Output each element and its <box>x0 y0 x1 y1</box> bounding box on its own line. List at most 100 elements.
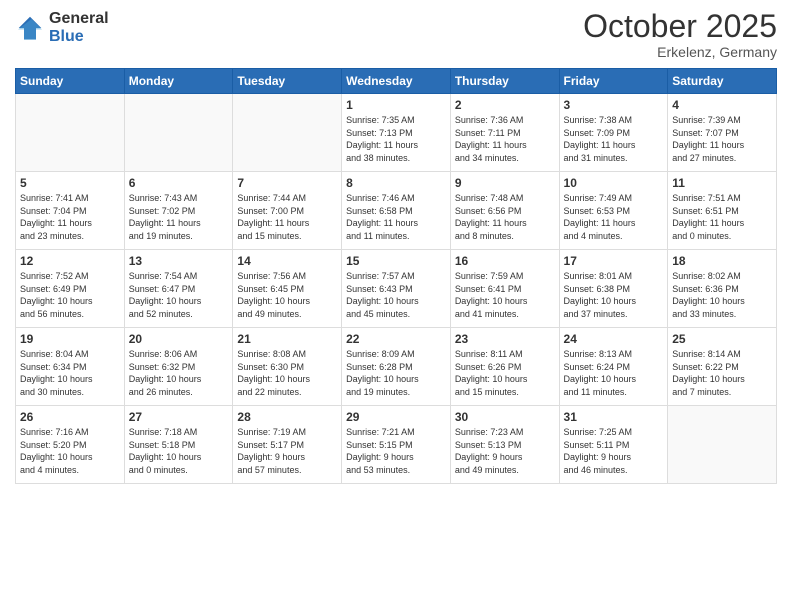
day-number: 30 <box>455 410 555 424</box>
day-header-wednesday: Wednesday <box>342 69 451 94</box>
calendar-cell: 14Sunrise: 7:56 AM Sunset: 6:45 PM Dayli… <box>233 250 342 328</box>
day-number: 10 <box>564 176 664 190</box>
day-header-tuesday: Tuesday <box>233 69 342 94</box>
calendar-cell <box>16 94 125 172</box>
day-info: Sunrise: 8:01 AM Sunset: 6:38 PM Dayligh… <box>564 270 664 320</box>
calendar-week-5: 26Sunrise: 7:16 AM Sunset: 5:20 PM Dayli… <box>16 406 777 484</box>
calendar-cell: 11 Sunrise: 7:51 AM Sunset: 6:51 PM Dayli… <box>668 172 777 250</box>
day-number: 8 <box>346 176 446 190</box>
day-number: 4 <box>672 98 772 112</box>
day-number: 29 <box>346 410 446 424</box>
month-title: October 2025 <box>583 10 777 42</box>
day-number: 14 <box>237 254 337 268</box>
calendar-cell <box>124 94 233 172</box>
day-number: 19 <box>20 332 120 346</box>
calendar-cell: 29 Sunrise: 7:21 AM Sunset: 5:15 PM Dayli… <box>342 406 451 484</box>
day-header-monday: Monday <box>124 69 233 94</box>
day-number: 5 <box>20 176 120 190</box>
calendar-cell: 26Sunrise: 7:16 AM Sunset: 5:20 PM Dayli… <box>16 406 125 484</box>
day-number: 16 <box>455 254 555 268</box>
day-info: Sunrise: 7:44 AM Sunset: 7:00 PM Dayligh… <box>237 192 337 242</box>
calendar-cell: 17Sunrise: 8:01 AM Sunset: 6:38 PM Dayli… <box>559 250 668 328</box>
day-info: Sunrise: 7:38 AM Sunset: 7:09 PM Dayligh… <box>564 114 664 164</box>
title-block: October 2025 Erkelenz, Germany <box>583 10 777 60</box>
logo-icon <box>15 13 45 43</box>
day-info: Sunrise: 7:18 AM Sunset: 5:18 PM Dayligh… <box>129 426 229 476</box>
calendar-cell: 12 Sunrise: 7:52 AM Sunset: 6:49 PM Dayli… <box>16 250 125 328</box>
calendar-week-4: 19 Sunrise: 8:04 AM Sunset: 6:34 PM Dayli… <box>16 328 777 406</box>
day-info: Sunrise: 7:35 AM Sunset: 7:13 PM Dayligh… <box>346 114 446 164</box>
calendar-cell: 25 Sunrise: 8:14 AM Sunset: 6:22 PM Dayli… <box>668 328 777 406</box>
calendar-cell: 27 Sunrise: 7:18 AM Sunset: 5:18 PM Dayli… <box>124 406 233 484</box>
calendar-cell: 18Sunrise: 8:02 AM Sunset: 6:36 PM Dayli… <box>668 250 777 328</box>
day-number: 1 <box>346 98 446 112</box>
calendar-cell: 19 Sunrise: 8:04 AM Sunset: 6:34 PM Dayli… <box>16 328 125 406</box>
day-info: Sunrise: 7:59 AM Sunset: 6:41 PM Dayligh… <box>455 270 555 320</box>
calendar-cell: 30 Sunrise: 7:23 AM Sunset: 5:13 PM Dayli… <box>450 406 559 484</box>
day-info: Sunrise: 8:08 AM Sunset: 6:30 PM Dayligh… <box>237 348 337 398</box>
day-info: Sunrise: 7:51 AM Sunset: 6:51 PM Dayligh… <box>672 192 772 242</box>
calendar-cell: 10Sunrise: 7:49 AM Sunset: 6:53 PM Dayli… <box>559 172 668 250</box>
day-info: Sunrise: 7:23 AM Sunset: 5:13 PM Dayligh… <box>455 426 555 476</box>
calendar-week-2: 5 Sunrise: 7:41 AM Sunset: 7:04 PM Daylig… <box>16 172 777 250</box>
day-info: Sunrise: 7:21 AM Sunset: 5:15 PM Dayligh… <box>346 426 446 476</box>
day-number: 3 <box>564 98 664 112</box>
day-info: Sunrise: 8:04 AM Sunset: 6:34 PM Dayligh… <box>20 348 120 398</box>
calendar-cell <box>668 406 777 484</box>
day-info: Sunrise: 7:19 AM Sunset: 5:17 PM Dayligh… <box>237 426 337 476</box>
day-info: Sunrise: 8:11 AM Sunset: 6:26 PM Dayligh… <box>455 348 555 398</box>
calendar-cell: 7 Sunrise: 7:44 AM Sunset: 7:00 PM Daylig… <box>233 172 342 250</box>
calendar-header-row: SundayMondayTuesdayWednesdayThursdayFrid… <box>16 69 777 94</box>
calendar-cell: 9Sunrise: 7:48 AM Sunset: 6:56 PM Daylig… <box>450 172 559 250</box>
day-info: Sunrise: 7:25 AM Sunset: 5:11 PM Dayligh… <box>564 426 664 476</box>
day-number: 22 <box>346 332 446 346</box>
day-info: Sunrise: 7:46 AM Sunset: 6:58 PM Dayligh… <box>346 192 446 242</box>
calendar-cell: 28 Sunrise: 7:19 AM Sunset: 5:17 PM Dayli… <box>233 406 342 484</box>
day-info: Sunrise: 7:52 AM Sunset: 6:49 PM Dayligh… <box>20 270 120 320</box>
calendar-week-1: 1 Sunrise: 7:35 AM Sunset: 7:13 PM Daylig… <box>16 94 777 172</box>
day-info: Sunrise: 7:43 AM Sunset: 7:02 PM Dayligh… <box>129 192 229 242</box>
day-number: 20 <box>129 332 229 346</box>
calendar-cell: 4Sunrise: 7:39 AM Sunset: 7:07 PM Daylig… <box>668 94 777 172</box>
calendar-cell: 8 Sunrise: 7:46 AM Sunset: 6:58 PM Daylig… <box>342 172 451 250</box>
day-info: Sunrise: 8:06 AM Sunset: 6:32 PM Dayligh… <box>129 348 229 398</box>
day-number: 12 <box>20 254 120 268</box>
day-number: 11 <box>672 176 772 190</box>
day-number: 21 <box>237 332 337 346</box>
header: General Blue October 2025 Erkelenz, Germ… <box>15 10 777 60</box>
logo: General Blue <box>15 10 109 45</box>
day-number: 13 <box>129 254 229 268</box>
day-number: 28 <box>237 410 337 424</box>
day-number: 27 <box>129 410 229 424</box>
day-header-thursday: Thursday <box>450 69 559 94</box>
page: General Blue October 2025 Erkelenz, Germ… <box>0 0 792 612</box>
day-number: 7 <box>237 176 337 190</box>
calendar-cell: 22 Sunrise: 8:09 AM Sunset: 6:28 PM Dayli… <box>342 328 451 406</box>
calendar-cell: 1 Sunrise: 7:35 AM Sunset: 7:13 PM Daylig… <box>342 94 451 172</box>
day-info: Sunrise: 8:09 AM Sunset: 6:28 PM Dayligh… <box>346 348 446 398</box>
day-info: Sunrise: 7:48 AM Sunset: 6:56 PM Dayligh… <box>455 192 555 242</box>
day-info: Sunrise: 8:14 AM Sunset: 6:22 PM Dayligh… <box>672 348 772 398</box>
logo-blue: Blue <box>49 28 109 46</box>
calendar-week-3: 12 Sunrise: 7:52 AM Sunset: 6:49 PM Dayli… <box>16 250 777 328</box>
calendar-cell: 6Sunrise: 7:43 AM Sunset: 7:02 PM Daylig… <box>124 172 233 250</box>
day-info: Sunrise: 7:41 AM Sunset: 7:04 PM Dayligh… <box>20 192 120 242</box>
day-number: 15 <box>346 254 446 268</box>
calendar: SundayMondayTuesdayWednesdayThursdayFrid… <box>15 68 777 484</box>
calendar-cell: 16 Sunrise: 7:59 AM Sunset: 6:41 PM Dayli… <box>450 250 559 328</box>
day-info: Sunrise: 7:57 AM Sunset: 6:43 PM Dayligh… <box>346 270 446 320</box>
day-number: 25 <box>672 332 772 346</box>
calendar-cell: 23Sunrise: 8:11 AM Sunset: 6:26 PM Dayli… <box>450 328 559 406</box>
calendar-cell: 24Sunrise: 8:13 AM Sunset: 6:24 PM Dayli… <box>559 328 668 406</box>
calendar-cell: 3 Sunrise: 7:38 AM Sunset: 7:09 PM Daylig… <box>559 94 668 172</box>
day-number: 26 <box>20 410 120 424</box>
day-number: 24 <box>564 332 664 346</box>
calendar-cell: 20 Sunrise: 8:06 AM Sunset: 6:32 PM Dayli… <box>124 328 233 406</box>
day-header-friday: Friday <box>559 69 668 94</box>
day-number: 18 <box>672 254 772 268</box>
calendar-cell: 31Sunrise: 7:25 AM Sunset: 5:11 PM Dayli… <box>559 406 668 484</box>
day-number: 2 <box>455 98 555 112</box>
calendar-cell: 2Sunrise: 7:36 AM Sunset: 7:11 PM Daylig… <box>450 94 559 172</box>
day-header-sunday: Sunday <box>16 69 125 94</box>
calendar-cell: 15 Sunrise: 7:57 AM Sunset: 6:43 PM Dayli… <box>342 250 451 328</box>
